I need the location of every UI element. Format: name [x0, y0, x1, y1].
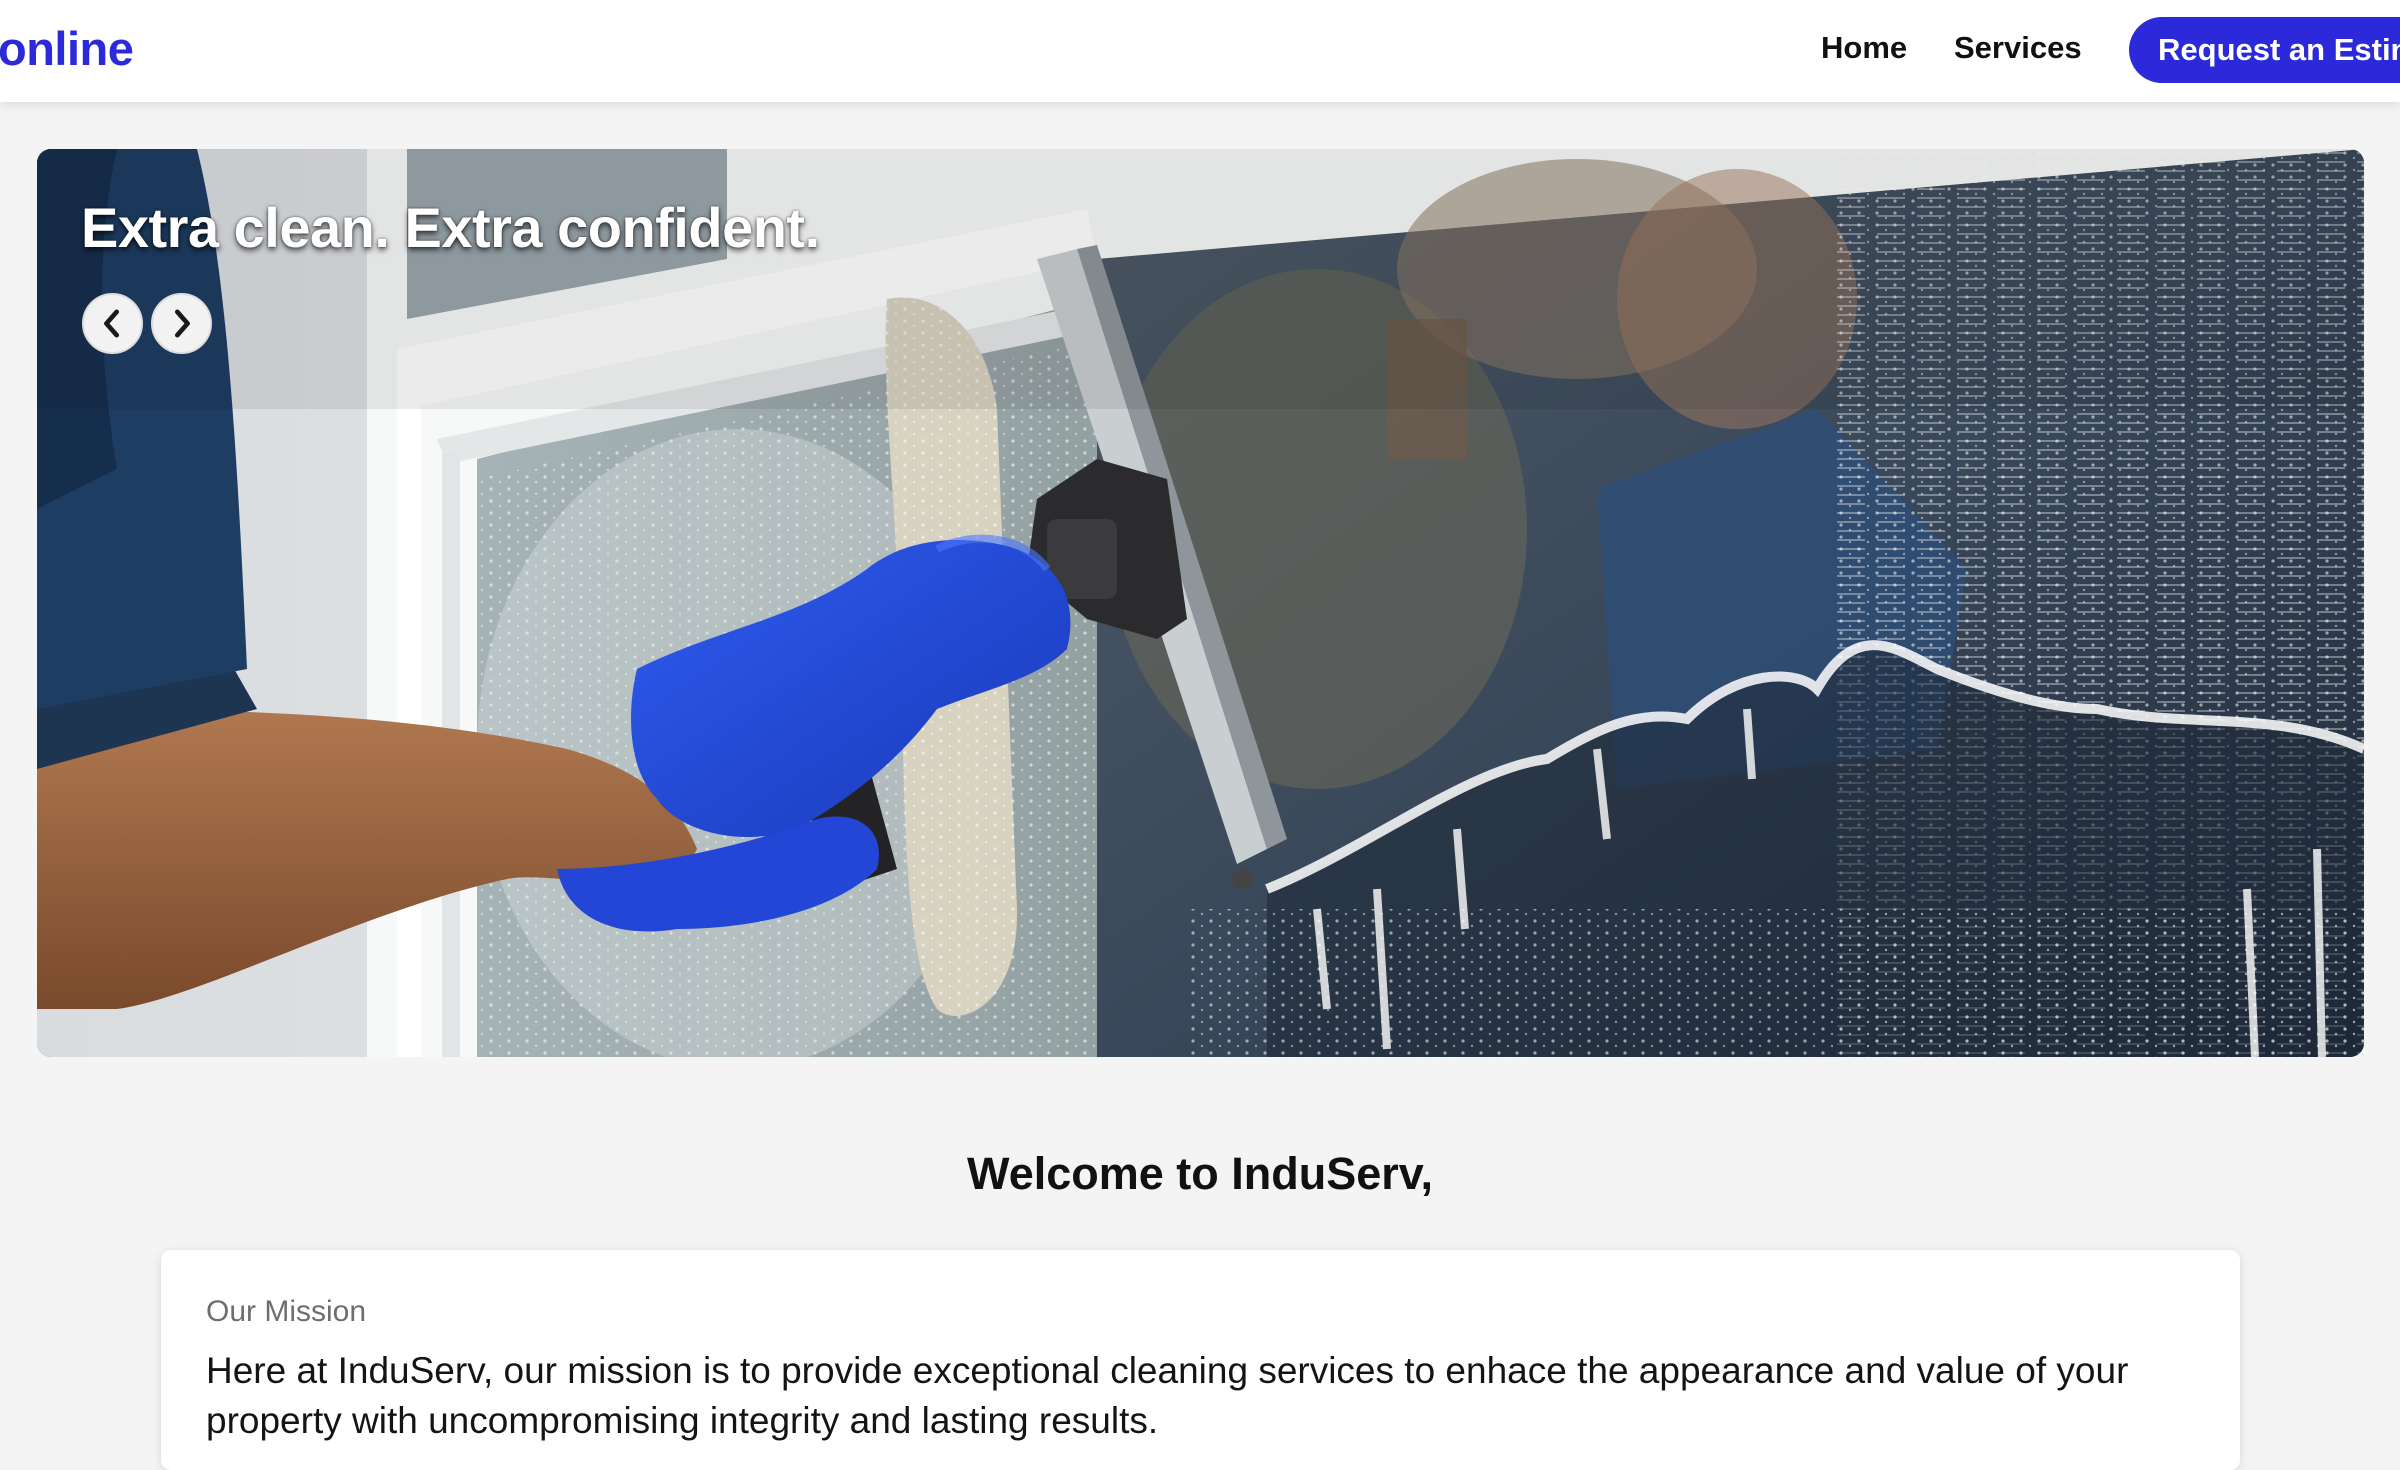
- mission-text: Here at InduServ, our mission is to prov…: [206, 1350, 2129, 1441]
- hero-image: [37, 149, 2364, 1057]
- brand-logo[interactable]: online: [0, 21, 134, 76]
- hero-title: Extra clean. Extra confident.: [81, 196, 820, 259]
- mission-label: Our Mission: [206, 1295, 367, 1328]
- mission-card: Our Mission Here at InduServ, our missio…: [161, 1250, 2240, 1470]
- nav-home-link[interactable]: Home: [1821, 30, 1907, 66]
- welcome-heading: Welcome to InduServ,: [967, 1148, 1433, 1199]
- hero-slider: Extra clean. Extra confident.: [37, 149, 2364, 1057]
- chevron-right-icon: [174, 309, 190, 338]
- nav-services-link[interactable]: Services: [1954, 30, 2082, 66]
- request-estimate-button[interactable]: Request an Estimate: [2129, 17, 2400, 83]
- slide-prev-button[interactable]: [82, 293, 143, 354]
- site-header: online Home Services Request an Estimate: [0, 0, 2400, 102]
- slide-next-button[interactable]: [151, 293, 212, 354]
- chevron-left-icon: [104, 309, 120, 338]
